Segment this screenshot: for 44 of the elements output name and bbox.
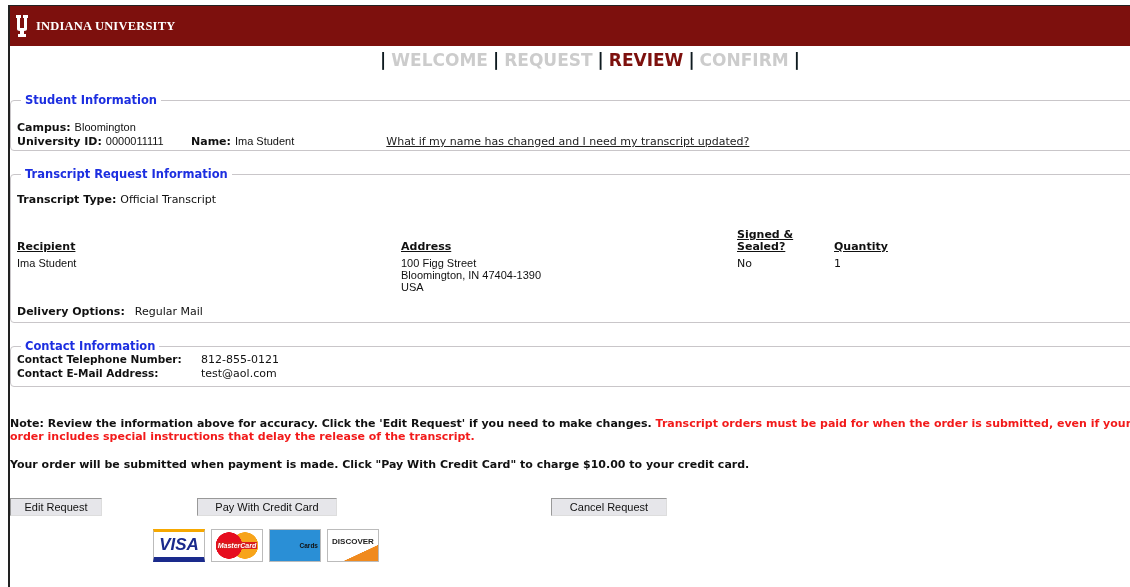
note-text: Note: Review the information above for accuracy. Click the 'Edit Request' if you need to make changes. bbox=[10, 417, 652, 430]
field-label: Transcript Type: bbox=[17, 193, 117, 206]
action-button[interactable]: Pay With Credit Card bbox=[197, 498, 337, 516]
field-value: 0000011111 bbox=[105, 135, 164, 147]
field-value: Ima Student bbox=[234, 135, 295, 147]
field-value: Bloomington bbox=[74, 121, 136, 133]
field-label: Campus: bbox=[17, 121, 71, 134]
warning-text: order includes special instructions that delay the release of the transcript. bbox=[10, 430, 475, 443]
field-value: Official Transcript bbox=[120, 193, 216, 206]
field-label: Name: bbox=[191, 135, 231, 148]
address-line: Bloomington, IN 47404-1390 bbox=[401, 269, 543, 281]
field-label: Contact Telephone Number: bbox=[17, 353, 183, 365]
column-header: Signed & Sealed? bbox=[737, 229, 795, 253]
table-cell-text: Ima Student bbox=[17, 257, 78, 271]
step-separator: | bbox=[597, 50, 604, 70]
field-value: test@aol.com bbox=[201, 367, 277, 380]
step-separator: | bbox=[380, 50, 387, 70]
panel-legend: Student Information bbox=[21, 93, 161, 107]
step-separator: | bbox=[793, 50, 800, 70]
header-title: INDIANA UNIVERSITY bbox=[36, 18, 176, 34]
field-label: Delivery Options: bbox=[17, 305, 125, 318]
field-label: University ID: bbox=[17, 135, 102, 148]
address-line: 100 Figg Street bbox=[401, 257, 478, 269]
field-value: 812-855-0121 bbox=[201, 353, 279, 366]
table-cell-text: No bbox=[737, 257, 753, 272]
card-logo: DISCOVER bbox=[327, 529, 379, 562]
payment-note: Your order will be submitted when payment is made. Click "Pay With Credit Card" to charge $10.00 to your credit card. bbox=[10, 458, 751, 471]
panel-legend: Transcript Request Information bbox=[21, 167, 232, 181]
help-link[interactable]: What if my name has changed and I need my transcript updated? bbox=[386, 135, 750, 148]
action-button[interactable]: Edit Request bbox=[10, 498, 102, 516]
card-logo: VISA bbox=[153, 529, 205, 562]
step-separator: | bbox=[492, 50, 500, 70]
field-label: Contact E-Mail Address: bbox=[17, 367, 160, 379]
step-separator: | bbox=[688, 50, 695, 70]
step-label: REVIEW bbox=[608, 50, 684, 70]
action-button[interactable]: Cancel Request bbox=[551, 498, 667, 516]
trident-logo-icon bbox=[14, 15, 30, 37]
table-cell-text: 1 bbox=[834, 257, 842, 272]
column-header: Recipient bbox=[17, 241, 77, 253]
column-header: Address bbox=[401, 241, 453, 253]
panel-legend: Contact Information bbox=[21, 339, 160, 353]
column-header: Quantity bbox=[834, 241, 889, 253]
address-line: USA bbox=[401, 281, 425, 293]
field-value: Regular Mail bbox=[134, 305, 203, 318]
